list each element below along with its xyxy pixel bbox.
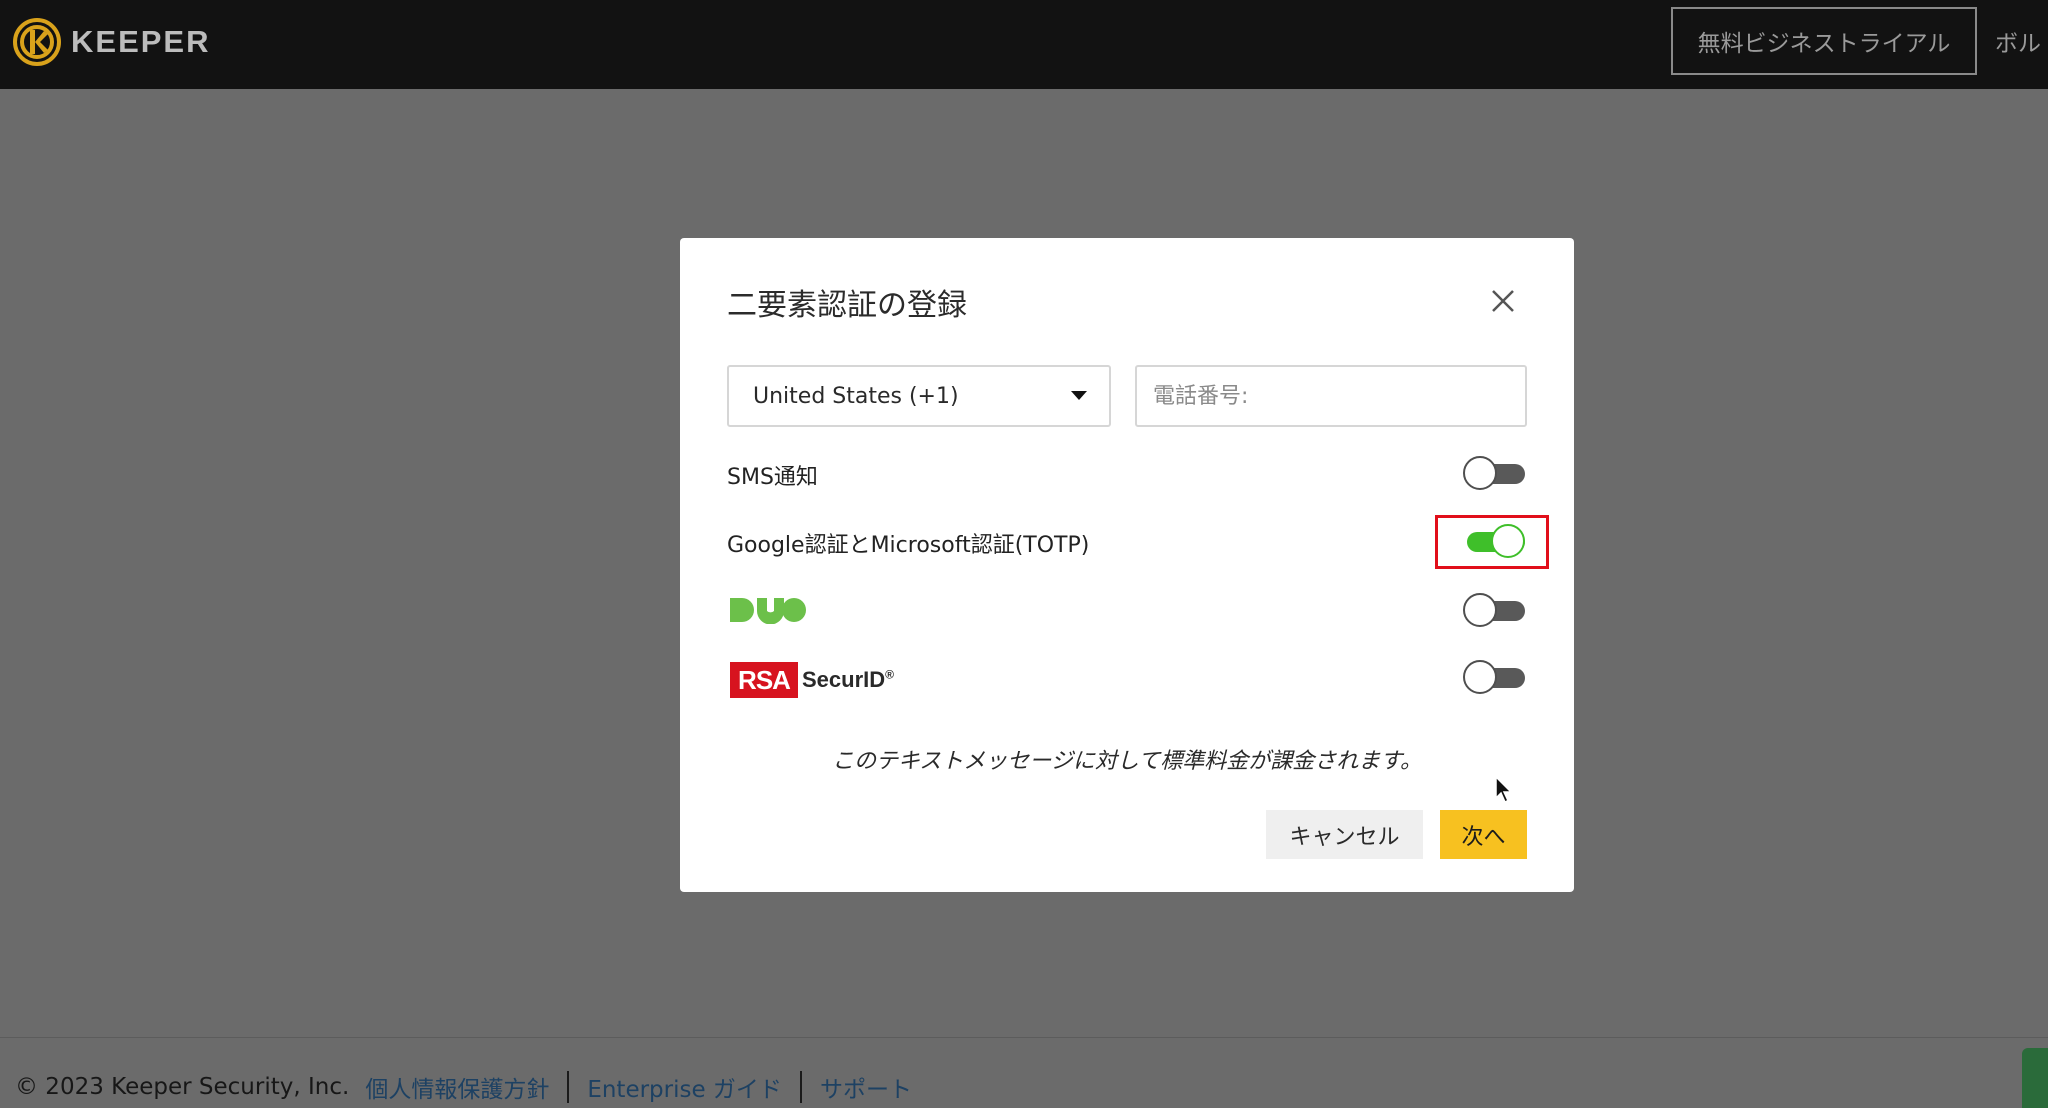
toggle-knob	[1463, 660, 1497, 694]
country-code-value: United States (+1)	[753, 383, 959, 409]
enterprise-guide-link[interactable]: Enterprise ガイド	[587, 1070, 782, 1104]
country-code-select[interactable]: United States (+1)	[727, 365, 1111, 427]
footer: © 2023 Keeper Security, Inc. 個人情報保護方針 En…	[15, 1070, 912, 1104]
footer-separator	[567, 1071, 570, 1103]
duo-toggle[interactable]	[1463, 593, 1525, 627]
duo-logo	[730, 598, 806, 624]
totp-option-label: Google認証とMicrosoft認証(TOTP)	[727, 533, 1090, 558]
dialog-title: 二要素認証の登録	[727, 288, 967, 323]
top-bar: KEEPER 無料ビジネストライアル ボル	[0, 0, 2048, 89]
toggle-knob	[1491, 524, 1525, 558]
cancel-button[interactable]: キャンセル	[1266, 810, 1423, 859]
sms-option-label: SMS通知	[727, 465, 818, 490]
sms-rate-notice: このテキストメッセージに対して標準料金が課金されます。	[831, 749, 1423, 774]
phone-number-input[interactable]	[1135, 365, 1527, 427]
rsa-logo-mark: RSA	[730, 662, 798, 698]
next-button[interactable]: 次へ	[1440, 810, 1527, 859]
toggle-knob	[1463, 456, 1497, 490]
free-business-trial-button[interactable]: 無料ビジネストライアル	[1671, 7, 1977, 75]
support-link[interactable]: サポート	[820, 1070, 912, 1104]
securid-product-name: SecurID®	[802, 667, 894, 692]
keeper-logo-icon	[13, 18, 61, 66]
rsa-toggle[interactable]	[1463, 660, 1525, 694]
rsa-securid-logo: RSA SecurID®	[730, 662, 894, 698]
sms-toggle[interactable]	[1463, 456, 1525, 490]
copyright-text: © 2023 Keeper Security, Inc.	[15, 1074, 350, 1100]
totp-toggle[interactable]	[1463, 524, 1525, 558]
privacy-policy-link[interactable]: 個人情報保護方針	[365, 1070, 549, 1104]
footer-divider	[0, 1037, 2048, 1038]
footer-separator	[799, 1071, 802, 1103]
keeper-logo[interactable]: KEEPER	[13, 18, 210, 66]
chevron-down-icon	[1071, 391, 1087, 400]
vault-link[interactable]: ボル	[1995, 24, 2041, 58]
brand-name: KEEPER	[71, 24, 211, 59]
mouse-cursor-icon	[1495, 776, 1513, 804]
two-factor-registration-dialog: 二要素認証の登録 United States (+1) SMS通知 Google…	[680, 238, 1574, 892]
corner-widget-icon[interactable]	[2022, 1048, 2048, 1108]
toggle-knob	[1463, 593, 1497, 627]
close-icon[interactable]	[1488, 286, 1518, 316]
